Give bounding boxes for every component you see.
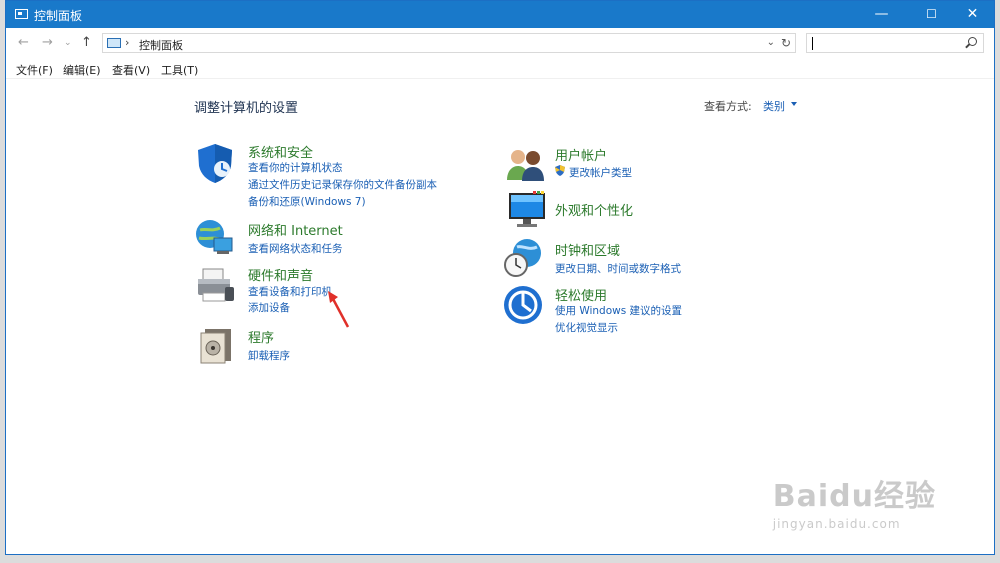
baidu-watermark: Baidu经验 jingyan.baidu.com bbox=[773, 471, 936, 531]
annotation-arrow-icon bbox=[328, 291, 350, 328]
text-caret bbox=[812, 37, 813, 50]
forward-arrow-icon[interactable]: → bbox=[42, 35, 53, 50]
watermark-main: Baidu经验 bbox=[772, 479, 936, 514]
search-icon[interactable] bbox=[968, 37, 977, 46]
menu-edit[interactable]: 编辑(E) bbox=[63, 62, 101, 78]
control-panel-icon bbox=[15, 9, 28, 19]
link-file-history[interactable]: 通过文件历史记录保存你的文件备份副本 bbox=[248, 177, 437, 192]
control-panel-window: 控制面板 — ☐ ✕ ← → ⌄ ↑ › 控制面板 ⌄ ↻ 文件(F) 编辑(E… bbox=[5, 0, 995, 555]
search-input[interactable] bbox=[806, 33, 984, 53]
category-appearance-personalization[interactable]: 外观和个性化 bbox=[555, 200, 633, 219]
menu-bar: 文件(F) 编辑(E) 查看(V) 工具(T) bbox=[6, 60, 994, 79]
up-arrow-icon[interactable]: ↑ bbox=[81, 35, 92, 50]
navigation-bar: ← → ⌄ ↑ › 控制面板 ⌄ ↻ bbox=[6, 31, 994, 55]
menu-view[interactable]: 查看(V) bbox=[112, 62, 150, 78]
title-bar[interactable]: 控制面板 — ☐ ✕ bbox=[6, 1, 994, 28]
breadcrumb-control-panel[interactable]: 控制面板 bbox=[139, 37, 183, 53]
breadcrumb-separator-icon[interactable]: › bbox=[125, 36, 129, 49]
link-devices-printers[interactable]: 查看设备和打印机 bbox=[248, 284, 332, 299]
link-network-status[interactable]: 查看网络状态和任务 bbox=[248, 241, 343, 256]
address-bar[interactable]: › 控制面板 ⌄ ↻ bbox=[102, 33, 796, 53]
shield-icon[interactable] bbox=[195, 142, 235, 184]
link-view-computer-status[interactable]: 查看你的计算机状态 bbox=[248, 160, 343, 175]
view-by-label: 查看方式: bbox=[704, 100, 752, 113]
menu-file[interactable]: 文件(F) bbox=[16, 62, 53, 78]
appearance-monitor-icon[interactable] bbox=[505, 189, 549, 229]
category-programs[interactable]: 程序 bbox=[248, 327, 274, 346]
window-title: 控制面板 bbox=[34, 9, 83, 23]
link-change-date-time-format[interactable]: 更改日期、时间或数字格式 bbox=[555, 261, 681, 276]
clock-globe-icon[interactable] bbox=[503, 237, 545, 279]
category-system-security[interactable]: 系统和安全 bbox=[248, 142, 313, 161]
control-panel-small-icon bbox=[107, 38, 121, 48]
link-recommended-settings[interactable]: 使用 Windows 建议的设置 bbox=[555, 303, 682, 318]
refresh-icon[interactable]: ↻ bbox=[781, 36, 791, 50]
back-arrow-icon[interactable]: ← bbox=[18, 35, 29, 50]
view-by-dropdown-arrow-icon[interactable] bbox=[791, 102, 797, 106]
minimize-button[interactable]: — bbox=[859, 1, 904, 28]
recent-locations-icon[interactable]: ⌄ bbox=[64, 38, 72, 48]
watermark-sub: jingyan.baidu.com bbox=[772, 517, 901, 531]
link-optimize-visual-display[interactable]: 优化视觉显示 bbox=[555, 320, 618, 335]
link-backup-restore[interactable]: 备份和还原(Windows 7) bbox=[248, 194, 366, 209]
printer-icon[interactable] bbox=[195, 267, 237, 307]
user-accounts-icon[interactable] bbox=[505, 146, 547, 182]
maximize-button[interactable]: ☐ bbox=[909, 1, 954, 28]
uac-shield-icon bbox=[555, 165, 565, 176]
category-ease-of-access[interactable]: 轻松使用 bbox=[555, 285, 607, 304]
close-button[interactable]: ✕ bbox=[950, 1, 995, 28]
category-hardware-sound[interactable]: 硬件和声音 bbox=[248, 265, 313, 284]
address-dropdown-icon[interactable]: ⌄ bbox=[767, 37, 775, 48]
category-user-accounts[interactable]: 用户帐户 bbox=[555, 145, 607, 164]
category-clock-region[interactable]: 时钟和区域 bbox=[555, 240, 620, 259]
page-title: 调整计算机的设置 bbox=[194, 101, 299, 116]
category-network-internet[interactable]: 网络和 Internet bbox=[248, 220, 343, 239]
link-add-device[interactable]: 添加设备 bbox=[248, 300, 290, 315]
link-change-account-type[interactable]: 更改帐户类型 bbox=[569, 165, 632, 180]
link-uninstall-program[interactable]: 卸载程序 bbox=[248, 348, 290, 363]
programs-icon[interactable] bbox=[199, 325, 235, 365]
menu-tools[interactable]: 工具(T) bbox=[161, 62, 198, 78]
view-by-dropdown[interactable]: 类别 bbox=[763, 98, 785, 114]
ease-of-access-icon[interactable] bbox=[503, 285, 545, 327]
network-globe-icon[interactable] bbox=[194, 218, 236, 258]
